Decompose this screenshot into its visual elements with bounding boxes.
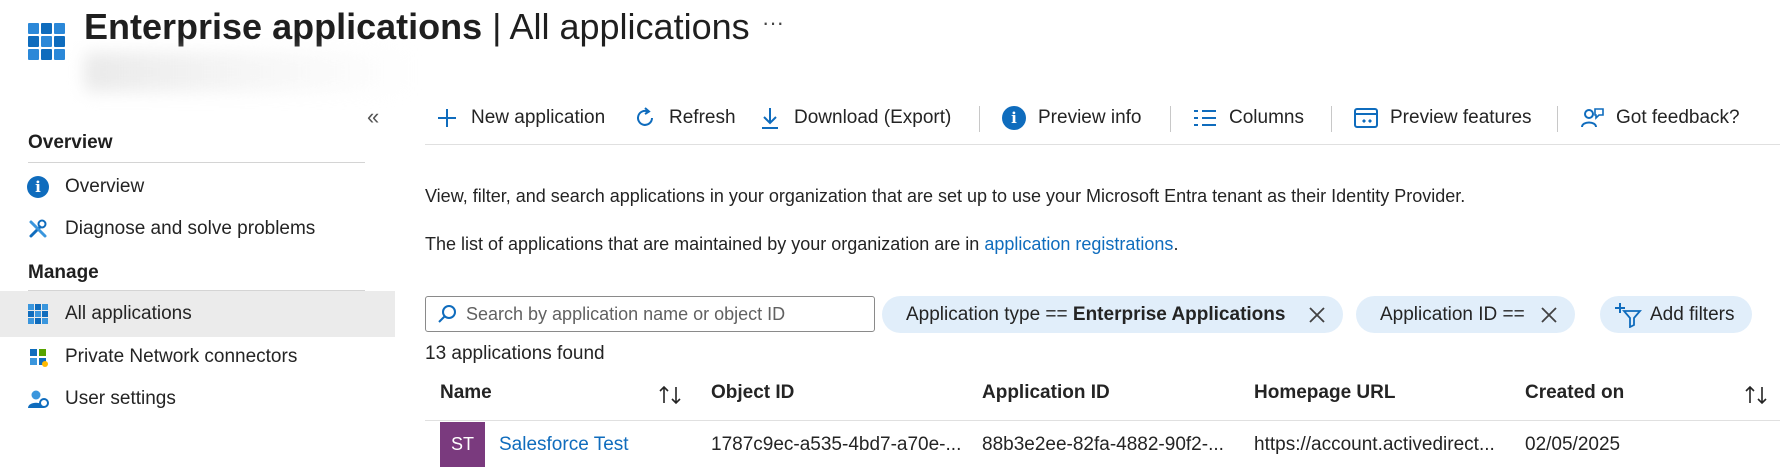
- column-header-name[interactable]: Name: [440, 382, 492, 404]
- toolbar-separator: [1170, 106, 1171, 132]
- columns-icon: [1193, 106, 1217, 130]
- command-bar: New application Refresh Download (Export…: [425, 92, 1780, 145]
- close-icon[interactable]: [1307, 305, 1327, 325]
- new-application-label: New application: [471, 107, 606, 128]
- blurred-tenant-name: [84, 52, 414, 92]
- connector-icon: [27, 346, 49, 368]
- columns-label: Columns: [1229, 107, 1304, 128]
- download-export-button[interactable]: Download (Export): [758, 100, 951, 136]
- sidebar-item-label: Private Network connectors: [65, 346, 298, 367]
- column-header-homepage-url[interactable]: Homepage URL: [1254, 382, 1395, 404]
- feedback-label: Got feedback?: [1616, 107, 1740, 128]
- filter-value: Enterprise Applications: [1072, 303, 1286, 325]
- sidebar-item-label: Diagnose and solve problems: [65, 218, 316, 239]
- close-icon[interactable]: [1539, 305, 1559, 325]
- enterprise-apps-icon: [28, 23, 65, 60]
- sidebar-item-private-network-connectors[interactable]: Private Network connectors: [0, 334, 395, 380]
- more-options-icon[interactable]: ···: [762, 10, 784, 36]
- object-id-cell: 1787c9ec-a535-4bd7-a70e-...: [711, 434, 962, 455]
- info-icon: i: [27, 176, 49, 198]
- add-filter-icon: [1614, 302, 1642, 328]
- page-header: Enterprise applications | All applicatio…: [0, 0, 1780, 92]
- sort-icon[interactable]: [657, 384, 683, 406]
- description-registrations: The list of applications that are mainta…: [425, 234, 1178, 255]
- toolbar-separator: [1331, 106, 1332, 132]
- download-label: Download (Export): [794, 107, 952, 128]
- preview-features-icon: [1354, 106, 1378, 130]
- page-title-sub: | All applications: [482, 6, 750, 47]
- refresh-icon: [633, 106, 657, 130]
- sidebar-section-overview: Overview: [28, 132, 113, 153]
- sidebar-item-label: All applications: [65, 303, 192, 324]
- plus-icon: [435, 106, 459, 130]
- homepage-url-cell: https://account.activedirect...: [1254, 434, 1495, 455]
- sidebar-item-user-settings[interactable]: User settings: [0, 376, 395, 422]
- filter-label: Application ID ==: [1380, 303, 1525, 325]
- search-input[interactable]: [466, 303, 866, 325]
- preview-info-button[interactable]: i Preview info: [1002, 100, 1142, 136]
- add-filters-button[interactable]: Add filters: [1600, 296, 1753, 333]
- sidebar-item-all-applications[interactable]: All applications: [0, 291, 395, 337]
- sidebar-item-diagnose[interactable]: Diagnose and solve problems: [0, 206, 395, 252]
- filter-label: Application type ==: [906, 303, 1073, 325]
- sidebar-item-label: Overview: [65, 176, 145, 197]
- wrench-icon: [27, 218, 49, 240]
- info-icon: i: [1002, 106, 1026, 130]
- search-icon: [436, 303, 458, 325]
- preview-features-label: Preview features: [1390, 107, 1532, 128]
- add-filters-label: Add filters: [1650, 303, 1735, 325]
- filter-pill-application-id[interactable]: Application ID ==: [1356, 296, 1575, 333]
- page-title-main: Enterprise applications: [84, 6, 483, 47]
- sidebar-section-manage: Manage: [28, 262, 99, 283]
- refresh-button[interactable]: Refresh: [633, 100, 736, 136]
- user-settings-icon: [27, 388, 49, 410]
- new-application-button[interactable]: New application: [435, 100, 605, 136]
- filter-pill-text: Application type == Enterprise Applicati…: [906, 304, 1285, 326]
- column-header-application-id[interactable]: Application ID: [982, 382, 1110, 404]
- column-header-object-id[interactable]: Object ID: [711, 382, 794, 404]
- description-prefix: The list of applications that are mainta…: [425, 234, 985, 254]
- sidebar-item-label: User settings: [65, 388, 176, 409]
- toolbar-separator: [979, 106, 980, 132]
- section-divider: [28, 162, 365, 163]
- preview-info-label: Preview info: [1038, 107, 1142, 128]
- description-text: View, filter, and search applications in…: [425, 186, 1466, 206]
- app-name-link[interactable]: Salesforce Test: [499, 434, 629, 456]
- table-header-divider: [425, 420, 1780, 421]
- sidebar: « Overview i Overview Diagnose and solve…: [0, 92, 395, 469]
- feedback-button[interactable]: Got feedback?: [1580, 100, 1740, 136]
- results-count: 13 applications found: [425, 343, 605, 364]
- sort-icon[interactable]: [1743, 384, 1769, 406]
- avatar: ST: [440, 422, 485, 467]
- collapse-sidebar-icon[interactable]: «: [367, 106, 379, 128]
- refresh-label: Refresh: [669, 107, 736, 128]
- search-box[interactable]: [425, 296, 875, 332]
- toolbar-separator: [1557, 106, 1558, 132]
- sidebar-item-overview[interactable]: i Overview: [0, 164, 395, 210]
- created-on-cell: 02/05/2025: [1525, 434, 1621, 455]
- download-icon: [758, 106, 782, 130]
- page-title: Enterprise applications | All applicatio…: [84, 6, 750, 48]
- application-registrations-link[interactable]: application registrations: [984, 234, 1173, 254]
- column-header-created-on[interactable]: Created on: [1525, 382, 1624, 404]
- description-suffix: .: [1173, 234, 1179, 254]
- preview-features-button[interactable]: Preview features: [1354, 100, 1532, 136]
- filter-pill-application-type[interactable]: Application type == Enterprise Applicati…: [882, 296, 1344, 333]
- grid-icon: [27, 303, 49, 325]
- feedback-icon: [1580, 106, 1604, 130]
- columns-button[interactable]: Columns: [1193, 100, 1304, 136]
- application-id-cell: 88b3e2ee-82fa-4882-90f2-...: [982, 434, 1224, 455]
